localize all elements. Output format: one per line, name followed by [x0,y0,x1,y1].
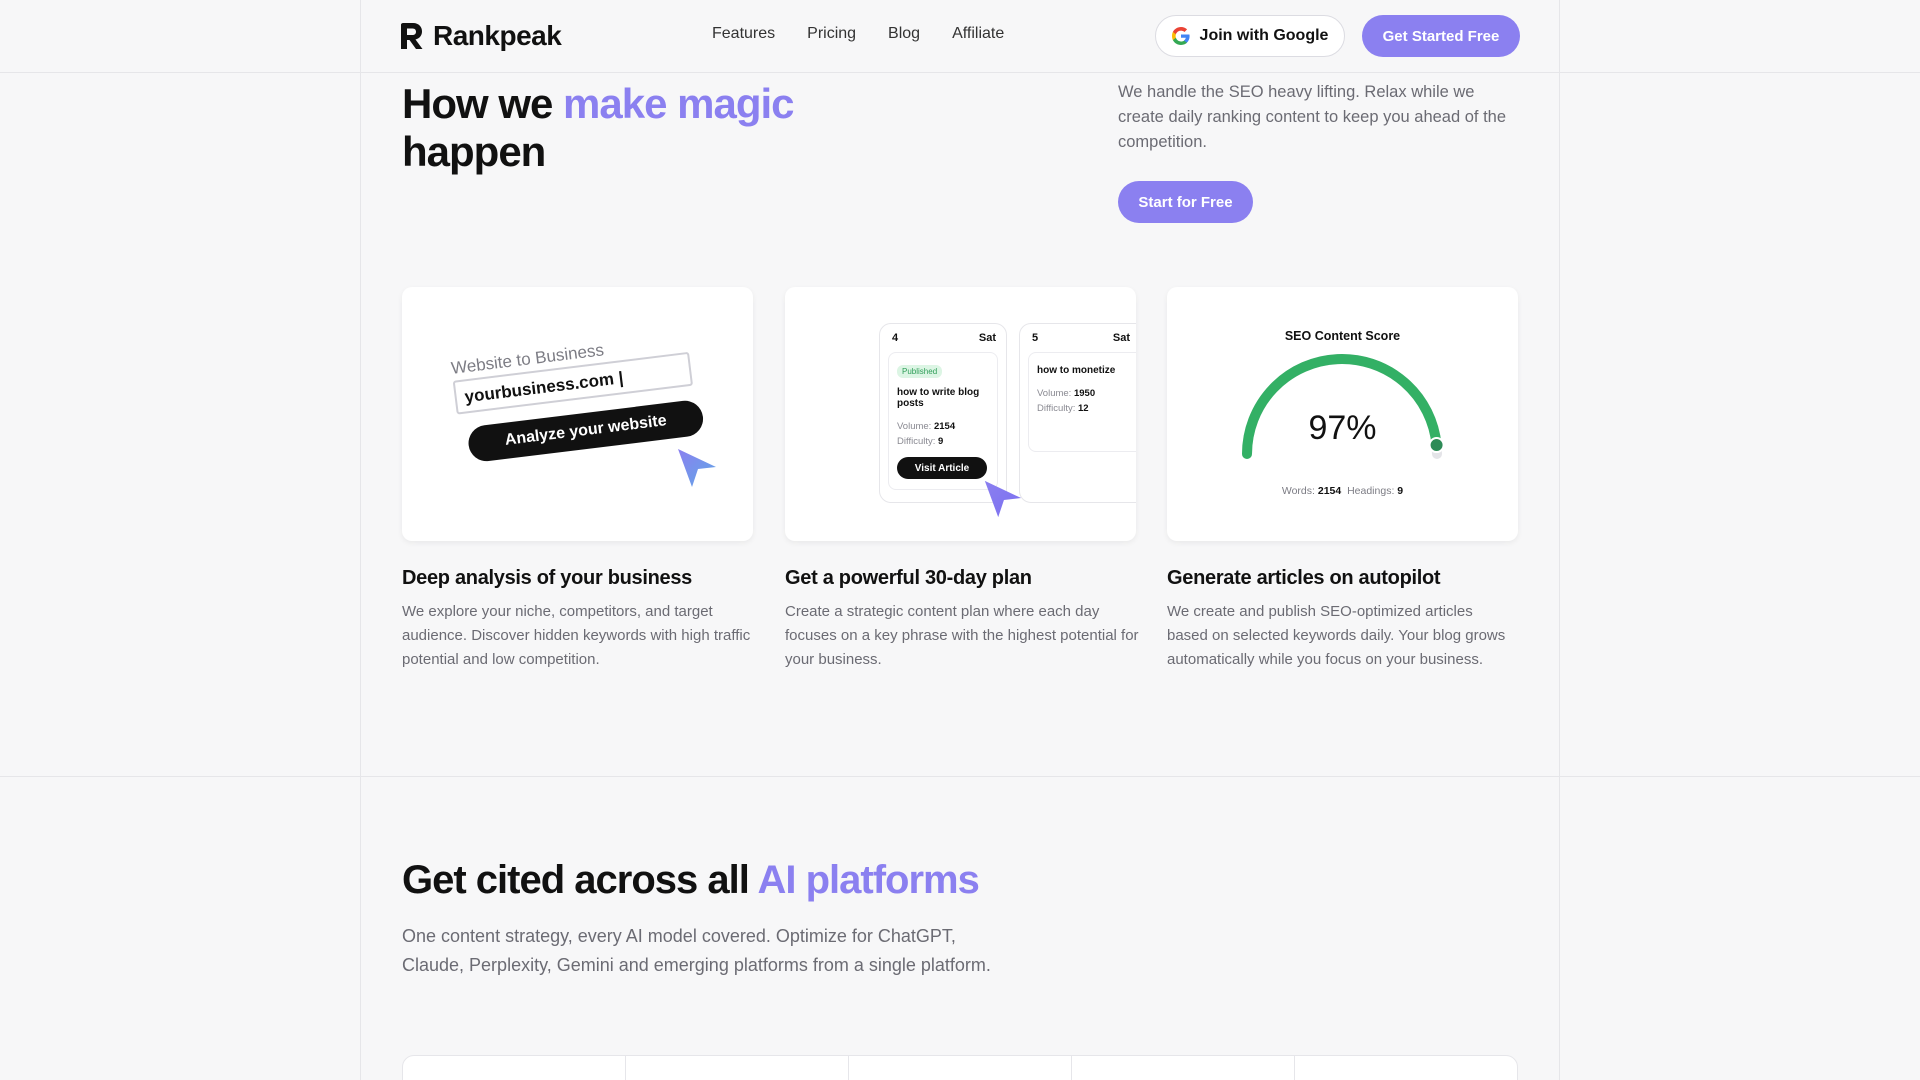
platform-cell [849,1056,1072,1080]
cursor-icon [984,480,1022,518]
feature-card-autopilot: SEO Content Score 97% Words: 2154 Headin… [1167,287,1518,541]
feature-card-analysis: Website to Business yourbusiness.com | A… [402,287,753,541]
nav-links: Features Pricing Blog Affiliate [712,25,1036,43]
plan-volume: Volume: 1950 [1037,388,1096,399]
plan-keyword-card: Published how to write blog posts Volume… [888,352,998,490]
hero-title-accent: make magic [563,80,794,127]
published-badge: Published [897,365,943,378]
plan-day-number: 4 [892,332,899,344]
hero-title-part2: happen [402,128,546,175]
rankpeak-logo-icon [401,23,423,49]
plan-keyword: how to monetize [1037,365,1116,376]
platform-cell [1072,1056,1295,1080]
platform-logo-row [402,1055,1518,1080]
hero-title-part1: How we [402,80,564,127]
plan-weekday: Sat [978,332,996,344]
nav-divider [0,72,1920,73]
google-icon [1171,27,1190,45]
nav-link-blog[interactable]: Blog [888,25,920,43]
grid-line-right [1559,0,1560,1080]
s2-title-part1: Get cited across all [402,858,758,902]
nav-link-affiliate[interactable]: Affiliate [952,25,1004,43]
analyze-widget: Website to Business yourbusiness.com | A… [450,329,706,464]
brand-name: Rankpeak [433,20,562,51]
feature-title-analysis: Deep analysis of your business [402,567,692,589]
plan-keyword-card: how to monetize Volume: 1950 Difficulty:… [1028,352,1136,452]
website-input-value: yourbusiness.com [463,369,615,407]
plan-day-number: 5 [1032,332,1039,344]
feature-desc-analysis: We explore your niche, competitors, and … [402,603,751,668]
feature-desc-plan: Create a strategic content plan where ea… [785,603,1139,668]
plan-weekday: Sat [1112,332,1130,344]
plan-difficulty: Difficulty: 9 [897,436,944,447]
section-ai-platforms-title: Get cited across all AI platforms [402,858,980,903]
brand-logo[interactable]: Rankpeak [399,20,562,52]
nav-link-pricing[interactable]: Pricing [807,25,856,43]
plan-day-card: 5 Sat how to monetize Volume: 1950 Diffi… [1019,323,1136,503]
platform-cell [626,1056,849,1080]
feature-title-autopilot: Generate articles on autopilot [1167,567,1441,589]
seo-score-title: SEO Content Score [1284,329,1401,343]
join-with-google-label: Join with Google [1199,27,1329,44]
join-with-google-button[interactable]: Join with Google [1155,15,1345,57]
feature-card-plan: 4 Sat Published how to write blog posts … [785,287,1136,541]
plan-keyword: how to write blog posts [897,387,980,409]
plan-day-card: 4 Sat Published how to write blog posts … [879,323,1007,503]
nav-link-features[interactable]: Features [712,25,775,43]
platform-cell [1295,1056,1517,1080]
feature-desc-autopilot: We create and publish SEO-optimized arti… [1167,603,1506,668]
hero-description: We handle the SEO heavy lifting. Relax w… [1118,83,1507,151]
feature-title-plan: Get a powerful 30-day plan [785,567,1032,589]
get-started-free-button[interactable]: Get Started Free [1362,15,1520,57]
section-divider [0,776,1920,777]
platform-cell [403,1056,626,1080]
hero-title: How we make magic happen [402,80,795,176]
section-ai-platforms-description: One content strategy, every AI model cov… [402,926,991,975]
visit-article-button-mock: Visit Article [897,457,987,479]
top-navbar: Rankpeak Features Pricing Blog Affiliate… [361,0,1559,72]
grid-line-left [360,0,361,1080]
start-for-free-button[interactable]: Start for Free [1118,181,1253,223]
cursor-icon [678,449,716,487]
plan-volume: Volume: 2154 [897,421,956,432]
s2-title-accent: AI platforms [757,858,979,902]
seo-score-meta: Words: 2154 Headings: 9 [1281,485,1404,497]
seo-score-value: 97% [1308,409,1377,447]
plan-difficulty: Difficulty: 12 [1037,403,1089,414]
